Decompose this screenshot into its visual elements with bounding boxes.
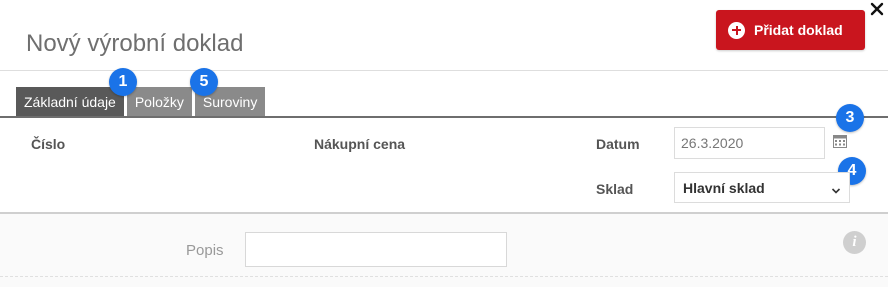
cislo-label: Číslo bbox=[31, 136, 66, 152]
callout-badge-5: 5 bbox=[190, 68, 218, 96]
sklad-select[interactable]: Hlavní sklad bbox=[674, 172, 850, 203]
nakupni-cena-label: Nákupní cena bbox=[314, 136, 406, 152]
callout-badge-3: 3 bbox=[836, 104, 864, 132]
callout-badge-1: 1 bbox=[109, 68, 137, 96]
chevron-down-icon bbox=[831, 183, 841, 194]
close-icon[interactable] bbox=[870, 2, 884, 16]
tab-zakladni-udaje[interactable]: Základní údaje bbox=[16, 87, 124, 116]
datum-label: Datum bbox=[596, 136, 640, 152]
page-title: Nový výrobní doklad bbox=[26, 30, 244, 57]
add-document-label: Přidat doklad bbox=[754, 22, 843, 38]
info-icon[interactable]: i bbox=[843, 231, 866, 254]
popis-input[interactable] bbox=[245, 232, 507, 267]
tab-polozky[interactable]: Položky bbox=[126, 87, 192, 116]
plus-circle-icon bbox=[728, 21, 745, 39]
tab-underline bbox=[0, 116, 888, 118]
tab-bar: Základní údaje Položky Suroviny bbox=[16, 87, 266, 116]
popis-label: Popis bbox=[186, 242, 224, 259]
sklad-label: Sklad bbox=[596, 181, 634, 197]
sklad-selected-value: Hlavní sklad bbox=[683, 179, 765, 196]
add-document-button[interactable]: Přidat doklad bbox=[716, 10, 865, 50]
header-divider bbox=[0, 70, 888, 71]
datum-input[interactable]: 26.3.2020 bbox=[674, 127, 825, 159]
datum-value: 26.3.2020 bbox=[681, 135, 744, 151]
calendar-icon[interactable] bbox=[833, 134, 847, 148]
dashed-divider bbox=[0, 276, 888, 277]
